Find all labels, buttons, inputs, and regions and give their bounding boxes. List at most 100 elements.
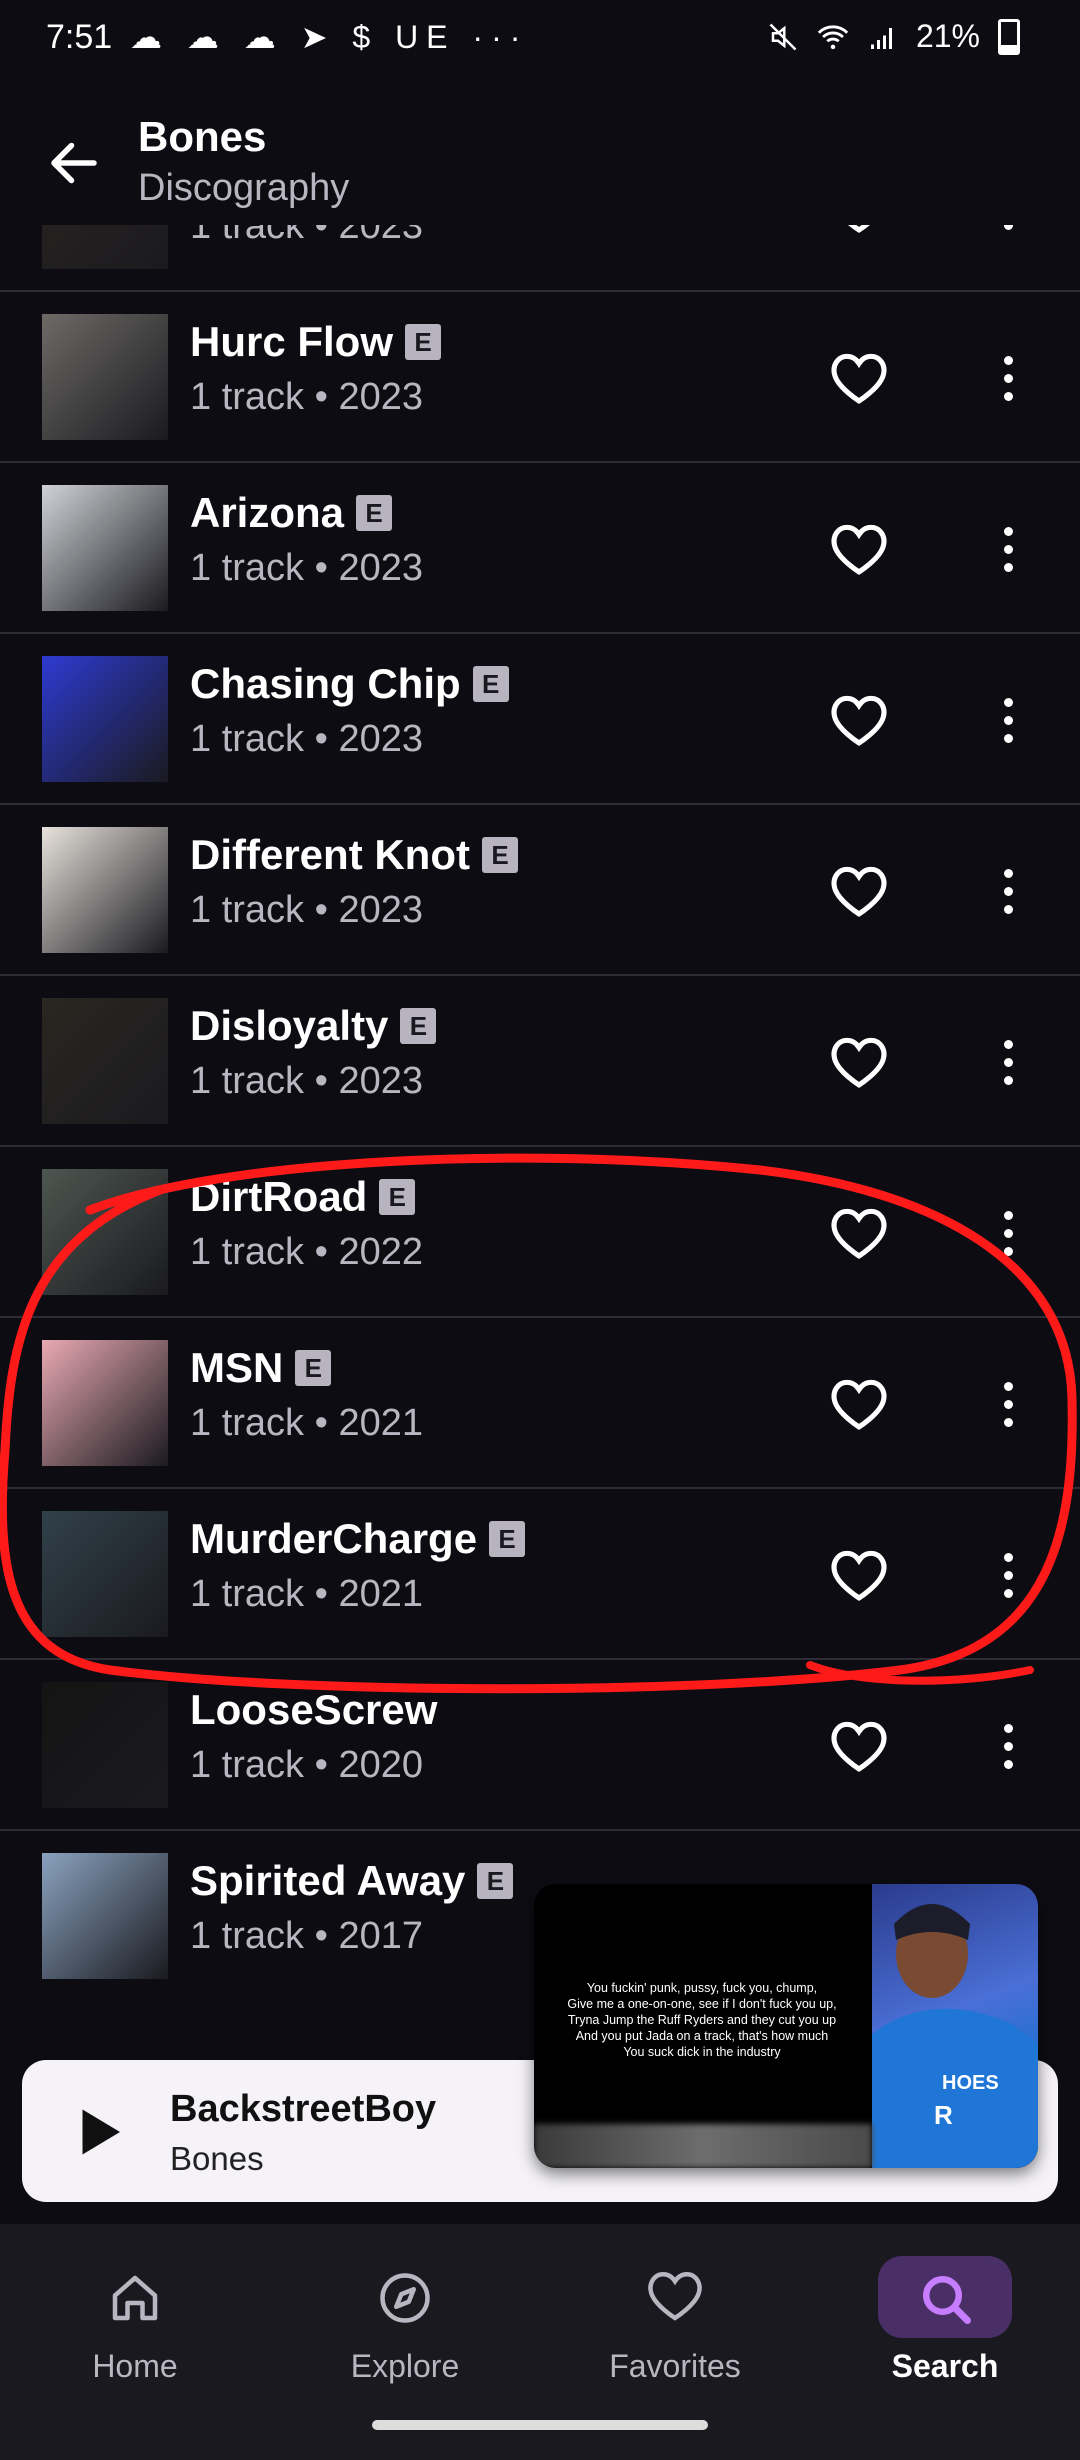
more-options-icon[interactable] (988, 1034, 1028, 1090)
album-art[interactable] (42, 1682, 168, 1808)
pip-caption-blur (534, 2124, 872, 2168)
more-options-icon[interactable] (988, 1376, 1028, 1432)
back-arrow-icon[interactable] (44, 133, 104, 193)
release-title-text: Hurc Flow (190, 318, 394, 365)
album-art[interactable] (42, 225, 168, 269)
release-row[interactable]: Arizona E 1 track • 2023 (0, 461, 1080, 634)
status-bar: 7:51 ☁ ☁ ☁ ➤ $ UE ··· 21% (0, 0, 1080, 80)
favorite-heart-icon[interactable] (828, 521, 890, 577)
release-row[interactable]: Hurc Flow E 1 track • 2023 (0, 290, 1080, 463)
release-subtitle: 1 track • 2021 (190, 1573, 423, 1615)
heart-icon (648, 2271, 702, 2321)
svg-text:R: R (934, 2100, 953, 2130)
release-title-text: DirtRoad (190, 1173, 368, 1220)
release-title: MSN E (190, 1344, 332, 1392)
release-row[interactable]: Disloyalty E 1 track • 2023 (0, 974, 1080, 1147)
person-silhouette: HOES R (872, 1904, 1038, 2168)
release-subtitle: 1 track • 2023 (190, 376, 423, 418)
album-art[interactable] (42, 1853, 168, 1979)
favorite-heart-icon[interactable] (828, 1718, 890, 1774)
notification-icons: ☁ ☁ ☁ ➤ $ UE ··· (130, 19, 529, 55)
release-title: Different Knot E (190, 831, 518, 879)
album-art[interactable] (42, 1169, 168, 1295)
more-options-icon[interactable] (988, 863, 1028, 919)
play-icon[interactable] (70, 2100, 130, 2164)
release-row[interactable]: DirtRoad E 1 track • 2022 (0, 1145, 1080, 1318)
pip-video-player[interactable]: You fuckin' punk, pussy, fuck you, chump… (534, 1884, 1038, 2168)
release-title-text: Spirited Away (190, 1857, 466, 1904)
nav-label: Search (891, 2348, 999, 2384)
release-subtitle: 1 track • 2020 (190, 1744, 423, 1786)
album-art[interactable] (42, 998, 168, 1124)
more-options-icon[interactable] (988, 1205, 1028, 1261)
favorite-heart-icon[interactable] (828, 692, 890, 748)
explicit-badge: E (400, 1008, 437, 1044)
album-art[interactable] (42, 314, 168, 440)
gesture-handle (372, 2420, 708, 2430)
release-row[interactable]: Different Knot E 1 track • 2023 (0, 803, 1080, 976)
release-title-text: Arizona (190, 489, 345, 536)
now-playing-artist: Bones (170, 2140, 264, 2177)
more-options-icon[interactable] (988, 350, 1028, 406)
release-subtitle: 1 track • 2023 (190, 225, 423, 247)
album-art[interactable] (42, 485, 168, 611)
release-title: MurderCharge E (190, 1515, 526, 1563)
favorite-heart-icon[interactable] (828, 1205, 890, 1261)
release-row[interactable]: LooseScrew 1 track • 2020 (0, 1658, 1080, 1831)
explicit-badge: E (489, 1521, 526, 1557)
more-options-icon[interactable] (988, 225, 1028, 235)
nav-item-home[interactable]: Home (0, 2224, 270, 2424)
album-art[interactable] (42, 827, 168, 953)
signal-icon (870, 27, 892, 49)
explicit-badge: E (472, 666, 509, 702)
release-subtitle: 1 track • 2022 (190, 1231, 423, 1273)
release-title-text: Different Knot (190, 831, 470, 878)
album-art[interactable] (42, 656, 168, 782)
release-subtitle: 1 track • 2023 (190, 1060, 423, 1102)
compass-icon (380, 2273, 430, 2323)
more-options-icon[interactable] (988, 521, 1028, 577)
release-title: DirtRoad E (190, 1173, 416, 1221)
favorite-heart-icon[interactable] (828, 350, 890, 406)
wifi-icon (817, 24, 849, 49)
favorite-heart-icon[interactable] (828, 1547, 890, 1603)
release-title-text: MurderCharge (190, 1515, 478, 1562)
nav-label: Home (92, 2348, 178, 2384)
more-options-icon[interactable] (988, 692, 1028, 748)
release-row[interactable]: MSN E 1 track • 2021 (0, 1316, 1080, 1489)
favorite-heart-icon[interactable] (828, 1034, 890, 1090)
nav-item-search[interactable]: Search (810, 2224, 1080, 2424)
release-title: Chasing Chip E (190, 660, 509, 708)
home-icon (112, 2275, 158, 2321)
release-row[interactable]: MurderCharge E 1 track • 2021 (0, 1487, 1080, 1660)
page-title: Bones (138, 113, 267, 160)
more-options-icon[interactable] (988, 1718, 1028, 1774)
favorite-heart-icon[interactable] (828, 1376, 890, 1432)
favorite-heart-icon[interactable] (828, 225, 890, 235)
more-options-icon[interactable] (988, 1547, 1028, 1603)
explicit-badge: E (477, 1863, 514, 1899)
explicit-badge: E (405, 324, 442, 360)
release-title: LooseScrew (190, 1686, 437, 1734)
battery-icon (998, 18, 1020, 55)
release-title-text: MSN (190, 1344, 284, 1391)
release-subtitle: 1 track • 2023 (190, 547, 423, 589)
release-title-text: Chasing Chip (190, 660, 461, 707)
nav-item-explore[interactable]: Explore (270, 2224, 540, 2424)
page-subtitle: Discography (138, 167, 350, 209)
pip-lyrics: You fuckin' punk, pussy, fuck you, chump… (567, 1981, 837, 2059)
favorite-heart-icon[interactable] (828, 863, 890, 919)
explicit-badge: E (295, 1350, 332, 1386)
discography-list[interactable]: 1 track • 2023 Hurc Flow E 1 track • 2023 Ar… (0, 225, 1080, 2025)
release-row[interactable]: 1 track • 2023 (0, 225, 1080, 292)
battery-percent: 21% (915, 18, 980, 54)
svg-text:HOES: HOES (942, 2072, 999, 2094)
pip-video-frame: HOES R (872, 1884, 1038, 2168)
nav-item-favorites[interactable]: Favorites (540, 2224, 810, 2424)
search-icon (923, 2276, 971, 2324)
album-art[interactable] (42, 1511, 168, 1637)
explicit-badge: E (379, 1179, 416, 1215)
release-row[interactable]: Chasing Chip E 1 track • 2023 (0, 632, 1080, 805)
album-art[interactable] (42, 1340, 168, 1466)
release-title: Hurc Flow E (190, 318, 442, 366)
